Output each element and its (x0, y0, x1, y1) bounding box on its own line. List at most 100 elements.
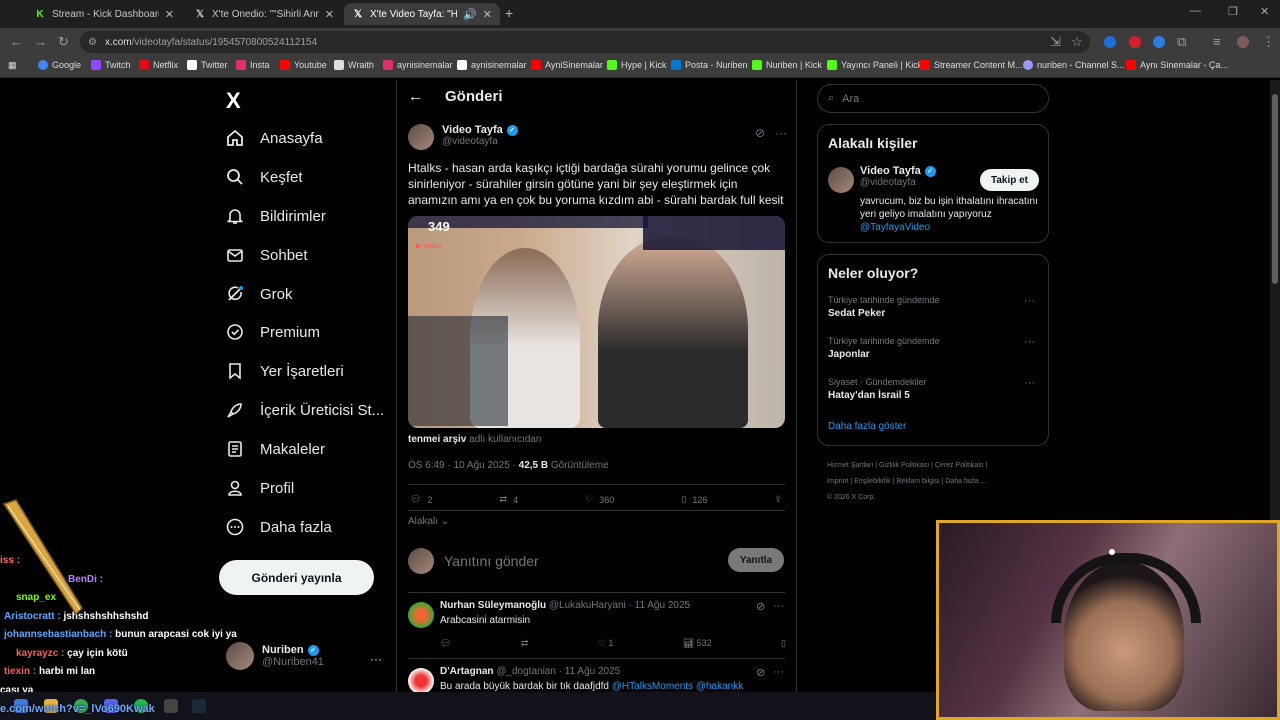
star-icon[interactable]: ☆ (1071, 34, 1083, 50)
bookmark-channel-stats[interactable]: nuriben - Channel S... (1023, 60, 1125, 70)
bio-link[interactable]: @TayfayaVideo (860, 222, 930, 233)
grok-icon[interactable]: ⊘ (756, 600, 765, 613)
author-handle[interactable]: @videotayfa (442, 136, 518, 147)
sidebar-item-grok[interactable]: Grok (224, 283, 293, 305)
more-icon[interactable]: ··· (775, 126, 787, 140)
footer-line[interactable]: Hizmet Şartları | Gizlilik Politikası | … (827, 458, 1047, 474)
new-tab-button[interactable]: + (505, 5, 513, 21)
trend-item[interactable]: Türkiye tarihinde gündemde Sedat Peker (828, 295, 940, 319)
sidebar-item-more[interactable]: Daha fazla (224, 516, 332, 538)
related-handle[interactable]: @videotayfa (860, 177, 936, 188)
follow-button[interactable]: Takip et (980, 169, 1039, 191)
like-button[interactable]: ♡ 360 (585, 494, 614, 505)
reply-author[interactable]: D'Artagnan (440, 666, 494, 677)
extension-icon[interactable] (1129, 36, 1141, 48)
tab-onedio[interactable]: 𝕏 X'te Onedio: ""Sihirli Annem"in ✕ (186, 3, 342, 25)
x-logo[interactable]: X (226, 88, 241, 114)
tweet-author[interactable]: Video Tayfa ✓ @videotayfa (408, 124, 518, 150)
avatar[interactable] (408, 668, 434, 692)
site-info-icon[interactable]: ⚙ (88, 37, 97, 48)
more-icon[interactable]: ··· (773, 600, 784, 613)
shield-icon[interactable] (1153, 36, 1165, 48)
show-more-link[interactable]: Daha fazla göster (828, 421, 906, 432)
search-input[interactable]: ⌕ Ara (817, 84, 1049, 113)
reply-composer[interactable]: Yanıtını gönder (408, 548, 539, 574)
puzzle-icon[interactable]: ⧉ (1177, 34, 1186, 50)
reply-submit-button[interactable]: Yanıtla (728, 548, 784, 572)
bookmark-streamer-content[interactable]: Streamer Content M... (920, 60, 1023, 70)
close-icon[interactable]: ✕ (325, 8, 334, 21)
bookmark-ayni-sinemalar[interactable]: Aynı Sinemalar - Ça... (1126, 60, 1228, 70)
trend-item[interactable]: Siyaset · Gündemdekiler Hatay'dan İsrail… (828, 377, 927, 401)
sidebar-item-messages[interactable]: Sohbet (224, 244, 308, 266)
extension-icon[interactable] (1104, 36, 1116, 48)
bookmark-hype-kick[interactable]: Hype | Kick (607, 60, 666, 70)
avatar[interactable] (828, 167, 854, 193)
sidebar-item-bookmarks[interactable]: Yer İşaretleri (224, 360, 344, 382)
back-icon[interactable]: ← (10, 34, 23, 49)
media-icon[interactable]: ≡ (1213, 34, 1221, 49)
bookmark-aynisinemalar-x[interactable]: aynisinemalar (457, 60, 527, 70)
reply-author[interactable]: Nurhan Süleymanoğlu (440, 600, 546, 611)
window-close-icon[interactable]: ✕ (1260, 5, 1269, 18)
bookmark-posta[interactable]: Posta - Nuriben (671, 60, 748, 70)
sort-dropdown[interactable]: Alakalı ⌄ (408, 516, 449, 527)
bookmark-icon[interactable]: ▯ (781, 638, 786, 649)
sidebar-item-articles[interactable]: Makaleler (224, 438, 325, 460)
speaker-icon[interactable]: 🔊 (463, 8, 477, 21)
reply-button[interactable]: 💬︎ 2 (410, 494, 432, 505)
author-name[interactable]: Video Tayfa (442, 124, 503, 136)
tweet-time[interactable]: ÖS 6:49 · 10 Ağu 2025 · (408, 460, 519, 471)
tab-kick-dashboard[interactable]: K Stream - Kick Dashboard ✕ (26, 3, 182, 25)
close-icon[interactable]: ✕ (165, 8, 174, 21)
more-icon[interactable]: ··· (1024, 377, 1035, 389)
reload-icon[interactable]: ↻ (58, 34, 69, 50)
media-source-name[interactable]: tenmei arşiv (408, 434, 466, 445)
reply-icon[interactable]: 💬︎ (440, 638, 451, 649)
repost-icon[interactable]: ⇄ (521, 638, 529, 649)
reply-handle[interactable]: @_dogtanian · 11 Ağu 2025 (496, 666, 620, 677)
sidebar-item-notifications[interactable]: Bildirimler (224, 205, 326, 227)
repost-button[interactable]: ⇄ 4 (500, 494, 519, 505)
bookmark-twitter[interactable]: Twitter (187, 60, 228, 70)
more-icon[interactable]: ··· (1024, 295, 1035, 307)
sidebar-item-creator-studio[interactable]: İçerik Üreticisi St... (224, 399, 384, 421)
minimize-icon[interactable]: — (1190, 5, 1201, 17)
bookmark-yayinci-paneli[interactable]: Yayıncı Paneli | Kick (827, 60, 922, 70)
bookmark-nuriben-kick[interactable]: Nuriben | Kick (752, 60, 822, 70)
bookmark-aynisinemalar-insta[interactable]: aynisinemalar (383, 60, 453, 70)
obs-icon[interactable] (164, 699, 178, 713)
sidebar-item-home[interactable]: Anasayfa (224, 127, 323, 149)
reply-mention-link[interactable]: @HTalksMoments @hakankk (612, 681, 743, 692)
close-icon[interactable]: ✕ (483, 8, 492, 21)
tweet-video[interactable]: 349 ▶ htalks (408, 216, 785, 428)
reply-handle[interactable]: @LukakuHaryani · 11 Ağu 2025 (549, 600, 690, 611)
reply-input[interactable]: Yanıtını gönder (444, 553, 539, 569)
sidebar-item-profile[interactable]: Profil (224, 477, 294, 499)
views-button[interactable]: 📊︎ 532 (683, 638, 712, 649)
trend-item[interactable]: Türkiye tarihinde gündemde Japonlar (828, 336, 940, 360)
more-icon[interactable]: ··· (773, 666, 784, 679)
forward-icon[interactable]: → (34, 34, 47, 49)
like-button[interactable]: ♡ 1 (598, 638, 614, 649)
tab-video-tayfa[interactable]: 𝕏 X'te Video Tayfa: "Htalks - h 🔊 ✕ (344, 3, 500, 25)
grok-icon[interactable]: ⊘ (755, 126, 765, 140)
scrollbar[interactable] (1270, 80, 1280, 520)
steam-icon[interactable] (192, 699, 206, 713)
avatar[interactable] (408, 602, 434, 628)
share-button[interactable]: ⇪ (774, 494, 782, 505)
bookmark-google[interactable]: Google (38, 60, 81, 70)
bookmark-button[interactable]: ▯ 126 (681, 494, 707, 505)
footer-line[interactable]: Imprint | Erişilebilirlik | Reklam bilgi… (827, 474, 1047, 490)
back-arrow-icon[interactable]: ← (408, 88, 423, 105)
reply-item[interactable]: D'Artagnan @_dogtanian · 11 Ağu 2025 Bu … (408, 666, 786, 692)
bookmark-aynisinemalar-yt[interactable]: AyniSinemalar (531, 60, 603, 70)
apps-icon[interactable]: ▦ (8, 60, 17, 71)
scrollbar-thumb[interactable] (1272, 94, 1278, 284)
related-name[interactable]: Video Tayfa (860, 165, 921, 177)
reply-item[interactable]: Nurhan Süleymanoğlu @LukakuHaryani · 11 … (408, 600, 786, 656)
url-input[interactable]: ⚙ x.com/videotayfa/status/19545708005241… (80, 31, 1090, 53)
bookmark-wraith[interactable]: Wraith (334, 60, 374, 70)
install-icon[interactable]: ⇲ (1050, 34, 1061, 50)
bookmark-twitch[interactable]: Twitch (91, 60, 131, 70)
